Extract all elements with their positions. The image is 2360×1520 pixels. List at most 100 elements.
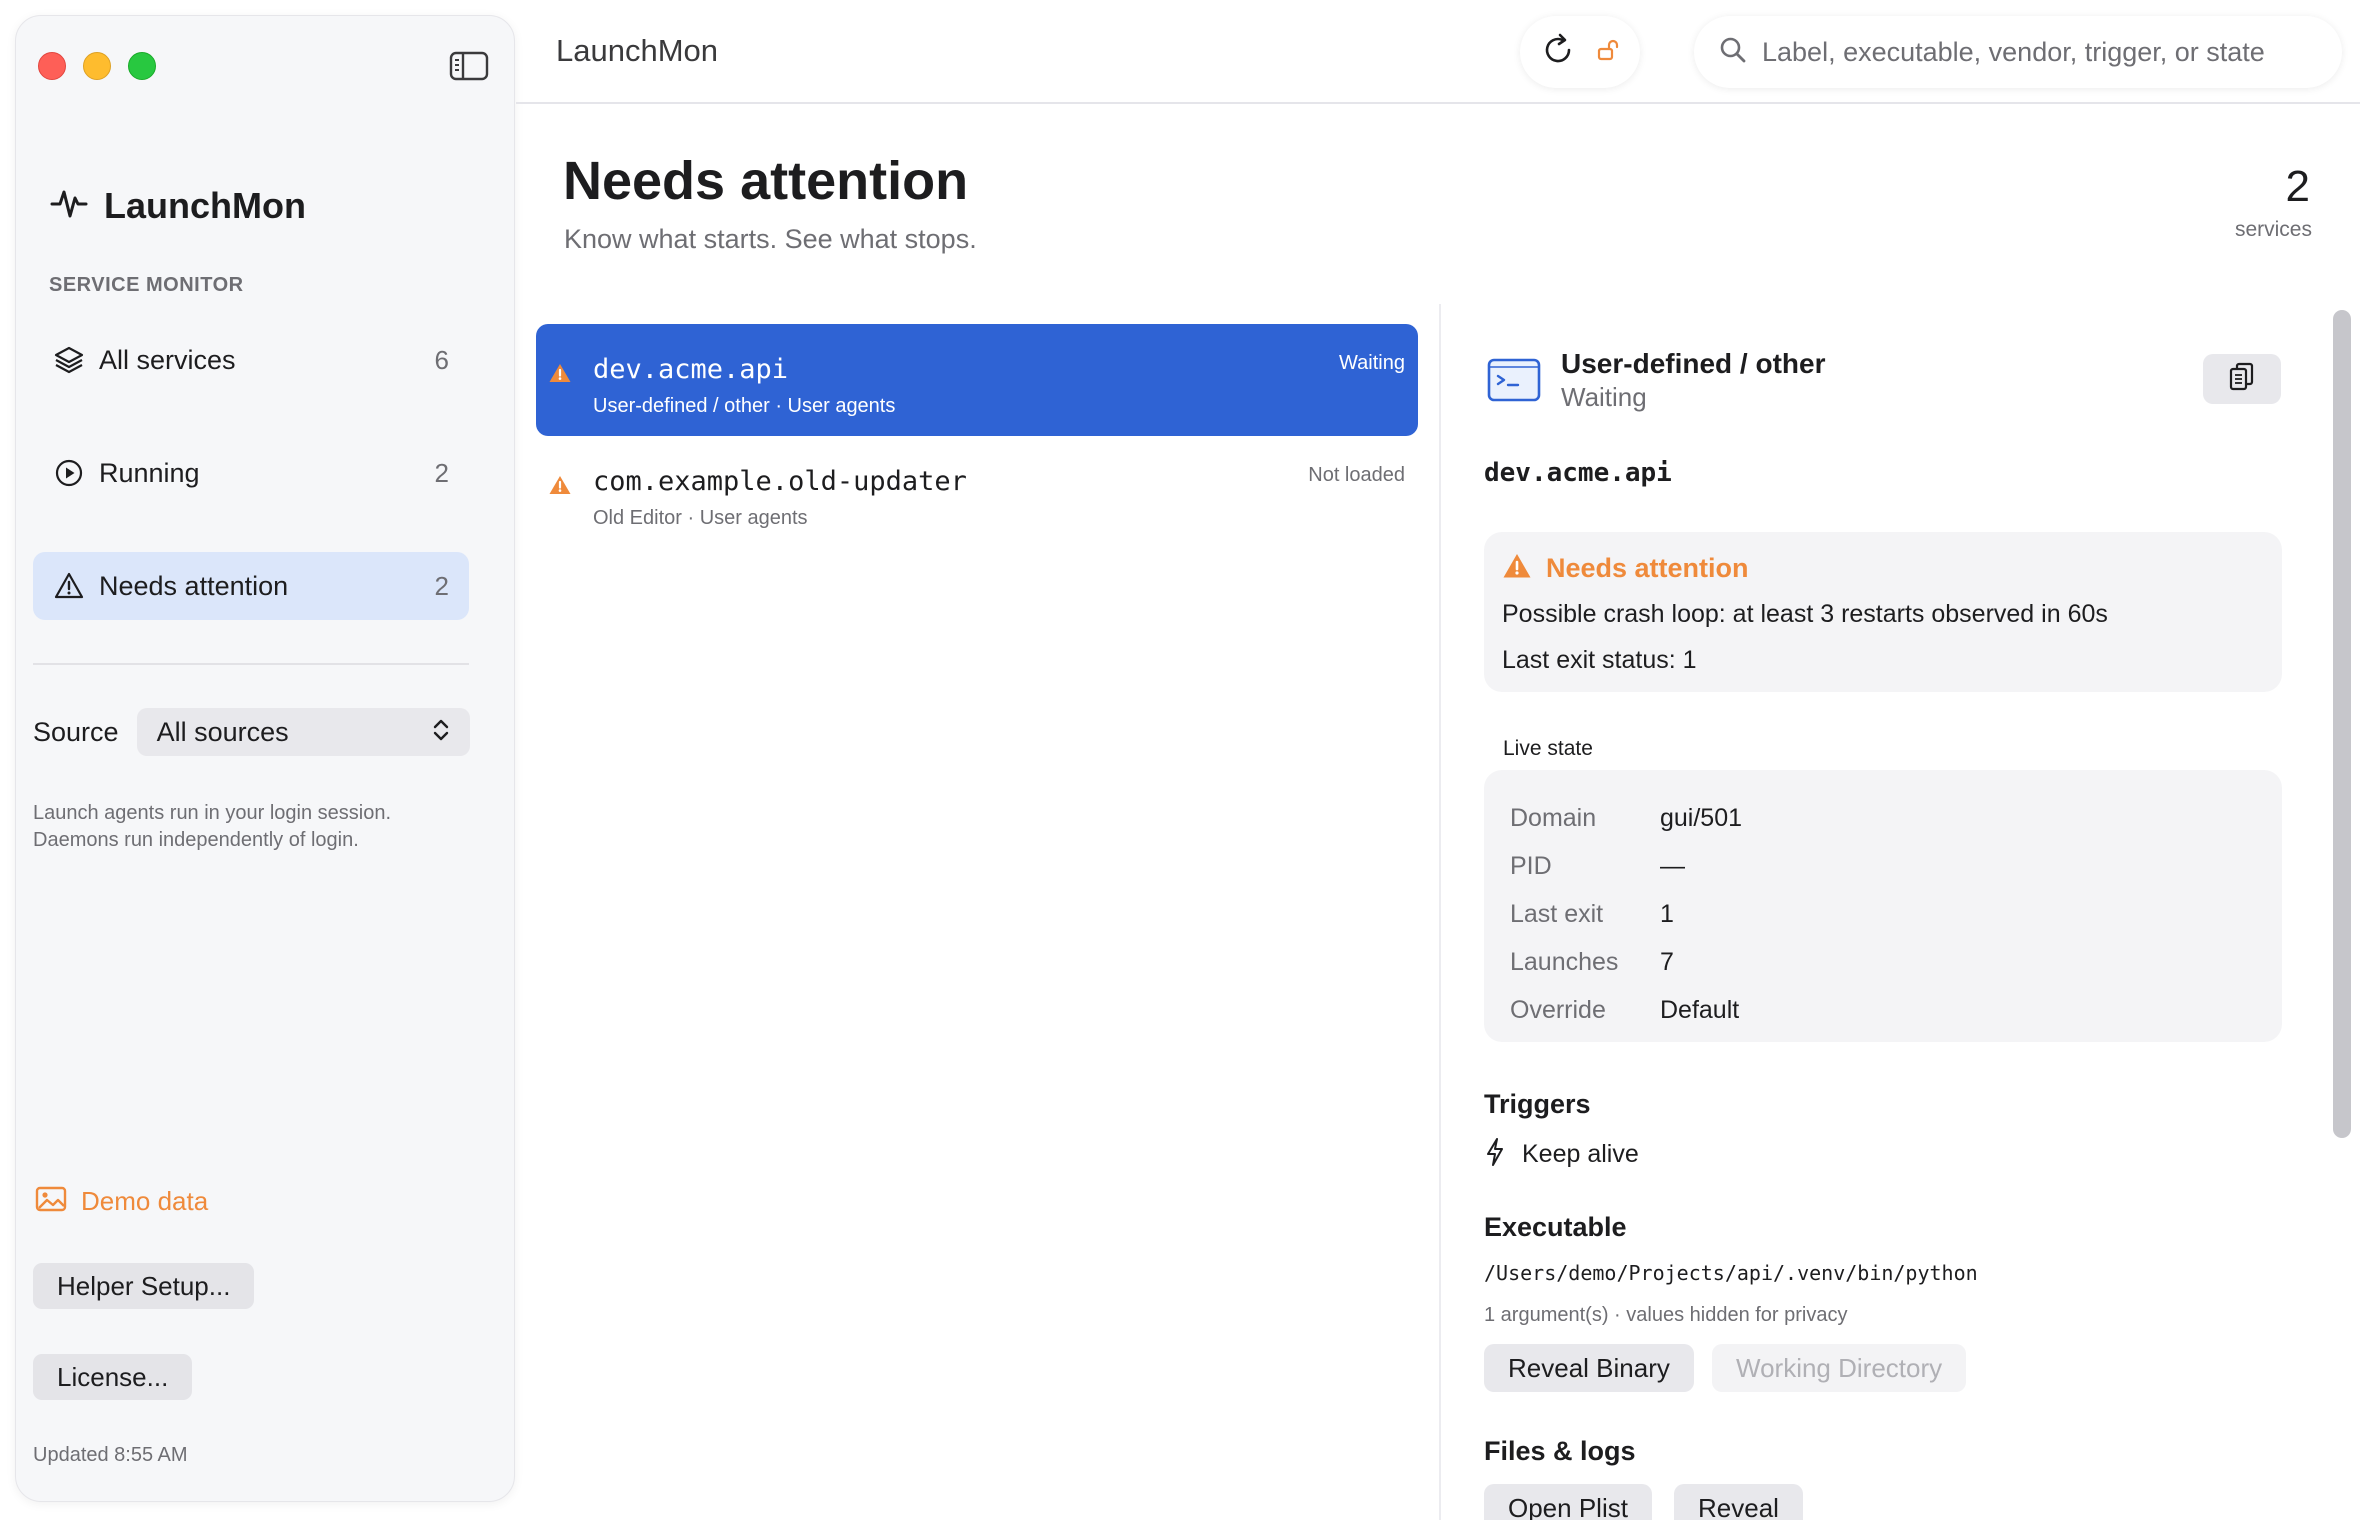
sidebar-item-count: 2 [434, 457, 449, 488]
source-hint: Launch agents run in your login session.… [33, 802, 392, 851]
pane-divider[interactable] [1439, 304, 1441, 1520]
minimize-window-button[interactable] [83, 52, 111, 80]
attention-header: Needs attention [1502, 552, 1749, 585]
helper-setup-button[interactable]: Helper Setup... [33, 1263, 255, 1309]
source-label: Source [33, 716, 119, 747]
detail-kind: User-defined / other [1561, 348, 1826, 379]
search-input[interactable] [1762, 36, 2318, 68]
working-directory-button[interactable]: Working Directory [1712, 1344, 1967, 1392]
live-state-key: Override [1510, 995, 1606, 1024]
page-title: Needs attention [563, 151, 969, 211]
live-state-key: Last exit [1510, 899, 1604, 928]
warning-icon [548, 474, 572, 501]
layers-icon [53, 344, 85, 376]
service-label: com.example.old-updater [593, 466, 967, 497]
attention-message: Possible crash loop: at least 3 restarts… [1502, 600, 2108, 628]
toolbar-actions [1520, 16, 1640, 88]
terminal-icon [1486, 356, 1542, 409]
live-state-value: 1 [1660, 899, 1674, 928]
live-state-value: 7 [1660, 947, 1674, 976]
live-state-row: Domain gui/501 [1510, 794, 2256, 842]
brand-title: LaunchMon [104, 184, 306, 226]
live-state-row: Last exit 1 [1510, 890, 2256, 938]
zoom-window-button[interactable] [128, 52, 156, 80]
search-field[interactable] [1694, 16, 2342, 88]
sidebar-item-count: 6 [434, 344, 449, 375]
source-filter: Source All sources [33, 708, 470, 756]
search-icon [1718, 35, 1748, 70]
photo-icon [35, 1185, 67, 1218]
updated-timestamp: Updated 8:55 AM [33, 1444, 188, 1466]
open-plist-button[interactable]: Open Plist [1484, 1484, 1652, 1520]
chevron-updown-icon [432, 717, 450, 748]
scrollbar-thumb[interactable] [2333, 310, 2351, 1138]
executable-args: 1 argument(s) · values hidden for privac… [1484, 1304, 1848, 1326]
demo-data-indicator[interactable]: Demo data [35, 1185, 208, 1218]
section-label: SERVICE MONITOR [49, 274, 244, 296]
app-window: LaunchMon SERVICE MONITOR All services 6… [0, 0, 2360, 1520]
live-state-row: Override Default [1510, 986, 2256, 1034]
toolbar-divider [516, 102, 2360, 104]
live-state-row: Launches 7 [1510, 938, 2256, 986]
service-state: Waiting [1339, 352, 1405, 374]
service-subtitle: User-defined / other · User agents [593, 395, 896, 417]
service-label: dev.acme.api [593, 354, 789, 385]
sidebar-item-needs-attention[interactable]: Needs attention 2 [33, 552, 469, 620]
copy-icon [2227, 361, 2257, 398]
live-state-value: — [1660, 851, 1685, 880]
source-select[interactable]: All sources [136, 708, 470, 756]
trigger-item: Keep alive [1484, 1137, 1639, 1172]
warning-icon [548, 362, 572, 389]
copy-button[interactable] [2203, 354, 2281, 404]
license-button[interactable]: License... [33, 1354, 193, 1400]
sidebar-item-all-services[interactable]: All services 6 [33, 326, 469, 394]
demo-data-label: Demo data [81, 1186, 209, 1216]
detail-service-label: dev.acme.api [1484, 458, 1672, 488]
live-state-key: Launches [1510, 947, 1619, 976]
live-state-title: Live state [1503, 737, 1593, 760]
sidebar-item-running[interactable]: Running 2 [33, 439, 469, 507]
warning-icon [1502, 552, 1532, 585]
live-state-value: gui/501 [1660, 803, 1743, 832]
reveal-binary-button[interactable]: Reveal Binary [1484, 1344, 1694, 1392]
close-window-button[interactable] [38, 52, 66, 80]
sidebar-item-label: Needs attention [99, 570, 289, 601]
live-state-key: PID [1510, 851, 1552, 880]
list-item[interactable]: com.example.old-updater Old Editor · Use… [536, 436, 1418, 548]
service-subtitle: Old Editor · User agents [593, 507, 808, 529]
service-state: Not loaded [1308, 464, 1405, 486]
source-value: All sources [156, 716, 289, 747]
sidebar-item-count: 2 [434, 570, 449, 601]
service-count: 2 [2285, 162, 2310, 211]
live-state-key: Domain [1510, 803, 1597, 832]
live-state-card: Domain gui/501 PID — Last exit 1 Launches 7 … [1484, 770, 2282, 1042]
bolt-icon [1484, 1137, 1506, 1172]
list-item[interactable]: dev.acme.api User-defined / other · User… [536, 324, 1418, 436]
files-logs-title: Files & logs [1484, 1436, 1636, 1466]
unlock-icon[interactable] [1595, 37, 1621, 68]
triggers-title: Triggers [1484, 1089, 1591, 1119]
window-title: LaunchMon [556, 33, 719, 68]
sidebar-toggle-icon[interactable] [449, 50, 489, 82]
service-count-label: services [2234, 218, 2312, 241]
refresh-icon[interactable] [1540, 32, 1576, 73]
pulse-icon [50, 184, 88, 227]
warning-icon [53, 570, 85, 602]
live-state-row: PID — [1510, 842, 2256, 890]
detail-state: Waiting [1561, 382, 1647, 412]
sidebar-item-label: Running [99, 457, 200, 488]
page-subtitle: Know what starts. See what stops. [564, 224, 977, 254]
live-state-value: Default [1660, 995, 1740, 1024]
attention-card: Needs attention Possible crash loop: at … [1484, 532, 2282, 692]
window-controls [38, 52, 156, 80]
executable-path: /Users/demo/Projects/api/.venv/bin/pytho… [1484, 1261, 1978, 1285]
sidebar-item-label: All services [99, 344, 236, 375]
attention-title: Needs attention [1546, 553, 1749, 583]
sidebar-divider [33, 663, 469, 665]
brand: LaunchMon [50, 184, 306, 227]
attention-exit-status: Last exit status: 1 [1502, 646, 1697, 674]
executable-title: Executable [1484, 1212, 1627, 1242]
play-circle-icon [53, 457, 85, 489]
reveal-button[interactable]: Reveal [1674, 1484, 1803, 1520]
trigger-label: Keep alive [1522, 1140, 1639, 1168]
